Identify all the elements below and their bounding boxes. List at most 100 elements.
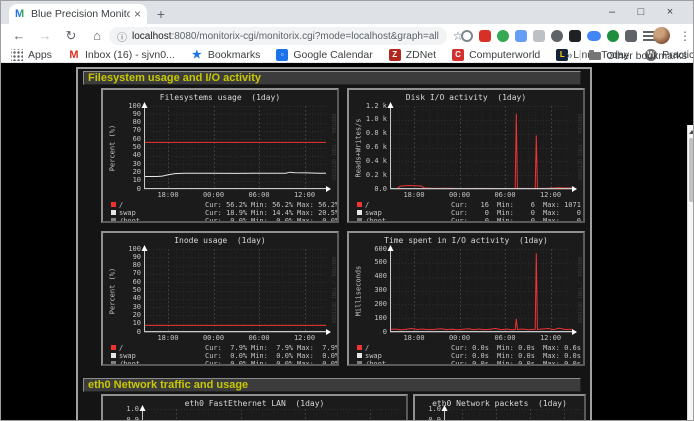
mail-extension-icon[interactable] xyxy=(479,30,491,42)
legend-color-swatch xyxy=(357,345,362,350)
legend-color-swatch xyxy=(357,361,362,366)
page-info-icon[interactable]: ⓘ xyxy=(117,29,127,44)
screenshot-extension-icon[interactable] xyxy=(569,30,581,42)
y-tick-label: 80 xyxy=(115,262,141,269)
evernote-extension-icon[interactable] xyxy=(607,30,619,42)
graph-title: eth0 FastEthernet LAN (1day) xyxy=(103,399,406,408)
mask-extension-icon[interactable] xyxy=(551,30,563,42)
x-tick-label: 00:00 xyxy=(445,335,475,342)
y-tick-label: 0.9 xyxy=(113,417,139,421)
globe-extension-icon[interactable] xyxy=(497,30,509,42)
extensions-puzzle-icon[interactable] xyxy=(625,30,637,42)
window-minimize-button[interactable]: – xyxy=(599,1,625,23)
legend-cur: Cur: 7.9% xyxy=(205,345,247,352)
new-tab-button[interactable]: + xyxy=(153,6,169,22)
legend-min: Min: 7.9% xyxy=(251,345,293,352)
apps-shortcut[interactable]: Apps xyxy=(11,49,52,61)
page-scrollbar[interactable] xyxy=(687,125,694,421)
y-tick-label: 50 xyxy=(115,287,141,294)
x-tick-label: 12:00 xyxy=(536,335,566,342)
legend-min: Min: 0.0% xyxy=(251,353,293,360)
eth0-fastethernet-lan-graph[interactable]: eth0 FastEthernet LAN (1day)1.00.9RRDTOO… xyxy=(101,394,408,421)
y-tick-label: 20 xyxy=(115,312,141,319)
bookmark-label: Google Calendar xyxy=(293,49,372,61)
url-host: localhost xyxy=(132,31,171,42)
bookmark-item[interactable]: ▫Google Calendar xyxy=(276,49,372,61)
filesystems-usage-graph[interactable]: Filesystems usage (1day)Percent (%)01020… xyxy=(101,88,339,223)
x-tick-label: 12:00 xyxy=(290,192,320,199)
legend-name: /boot xyxy=(119,361,140,366)
section-header-network: eth0 Network traffic and usage xyxy=(83,378,581,392)
y-tick-label: 40 xyxy=(115,152,141,159)
other-bookmarks-button[interactable]: Other bookmarks xyxy=(589,50,687,62)
star-icon: ★ xyxy=(191,49,203,61)
legend-max: Max: 0.0% xyxy=(297,353,339,360)
browser-titlebar: M Blue Precision Monitorix × + – □ × xyxy=(1,1,693,24)
legend-cur: Cur: 0.0% xyxy=(205,353,247,360)
graph-plot xyxy=(390,106,572,189)
bookmarks-overflow-icon[interactable]: » xyxy=(566,50,572,62)
legend-cur: Cur: 16 xyxy=(451,202,489,209)
notes-extension-icon[interactable] xyxy=(533,30,545,42)
forward-icon[interactable]: → xyxy=(35,26,55,46)
y-tick-label: 90 xyxy=(115,111,141,118)
graph-plot xyxy=(144,106,326,189)
profile-avatar[interactable] xyxy=(653,27,670,44)
apps-grid-icon xyxy=(11,49,23,61)
address-bar[interactable]: ⓘ localhost:8080/monitorix-cgi/monitorix… xyxy=(109,27,447,45)
y-tick-label: 60 xyxy=(115,136,141,143)
y-tick-label: 500 xyxy=(361,259,387,266)
bookmark-item[interactable]: CComputerworld xyxy=(452,49,540,61)
bookmark-item[interactable]: MInbox (16) - sjvn0... xyxy=(68,49,175,61)
tab-close-icon[interactable]: × xyxy=(134,7,141,21)
browser-window: M Blue Precision Monitorix × + – □ × ← →… xyxy=(0,0,694,421)
apps-label: Apps xyxy=(28,49,52,61)
bookmark-label: Computerworld xyxy=(469,49,540,61)
search-extension-icon[interactable] xyxy=(461,30,473,42)
back-icon[interactable]: ← xyxy=(9,26,29,46)
y-tick-label: 0.9 xyxy=(415,417,441,421)
graph-title: Inode usage (1day) xyxy=(103,236,337,245)
legend-cur: Cur: 56.2% xyxy=(205,202,247,209)
inode-usage-graph[interactable]: Inode usage (1day)Percent (%)01020304050… xyxy=(101,231,339,366)
x-tick-label: 18:00 xyxy=(153,192,183,199)
graph-plot xyxy=(390,249,572,332)
time-spent-io-graph[interactable]: Time spent in I/O activity (1day)Millise… xyxy=(347,231,585,366)
messenger-extension-icon[interactable] xyxy=(587,31,601,41)
window-close-button[interactable]: × xyxy=(657,1,683,23)
legend-cur: Cur: 18.9% xyxy=(205,210,247,217)
browser-menu-icon[interactable]: ⋮ xyxy=(678,26,692,46)
bookmark-item[interactable]: ZZDNet xyxy=(389,49,436,61)
legend-max: Max: 0.0% xyxy=(297,218,339,223)
gmail-icon: M xyxy=(68,49,80,61)
bookmarks-right-group: » Other bookmarks xyxy=(566,48,687,63)
y-tick-label: 0.8 k xyxy=(361,130,387,137)
y-tick-label: 30 xyxy=(115,304,141,311)
home-icon[interactable]: ⌂ xyxy=(87,26,107,46)
window-maximize-button[interactable]: □ xyxy=(628,1,654,23)
eth0-network-packets-graph[interactable]: eth0 Network packets (1day)Packets/s1.00… xyxy=(413,394,586,421)
reload-icon[interactable]: ↻ xyxy=(61,26,81,46)
scrollbar-thumb[interactable] xyxy=(689,138,694,202)
legend-color-swatch xyxy=(357,218,362,223)
x-tick-label: 06:00 xyxy=(244,192,274,199)
bookmark-item[interactable]: ★Bookmarks xyxy=(191,49,261,61)
y-tick-label: 60 xyxy=(115,279,141,286)
url-path: :8080/monitorix-cgi/monitorix.cgi?mode=l… xyxy=(171,31,439,42)
disk-io-activity-graph[interactable]: Disk I/O activity (1day)Reads+Writes/s0.… xyxy=(347,88,585,223)
browser-tab[interactable]: M Blue Precision Monitorix × xyxy=(9,4,147,24)
legend-max: Max: 0.6s xyxy=(543,345,581,352)
legend-min: Min: 0 xyxy=(497,210,535,217)
y-tick-label: 20 xyxy=(115,169,141,176)
legend-color-swatch xyxy=(111,218,116,223)
rrdtool-signature: RRDTOOL / TOBI OETIKER xyxy=(577,409,583,421)
legend-color-swatch xyxy=(111,210,116,215)
monitorix-favicon: M xyxy=(15,9,26,20)
copy-pages-extension-icon[interactable] xyxy=(515,30,527,42)
legend-color-swatch xyxy=(111,361,116,366)
page-content: Filesystem usage and I/O activity eth0 N… xyxy=(1,63,694,421)
scroll-up-arrow[interactable] xyxy=(688,126,694,138)
legend-max: Max: 0 xyxy=(543,210,581,217)
legend-name: /boot xyxy=(365,218,386,223)
x-tick-label: 00:00 xyxy=(199,192,229,199)
